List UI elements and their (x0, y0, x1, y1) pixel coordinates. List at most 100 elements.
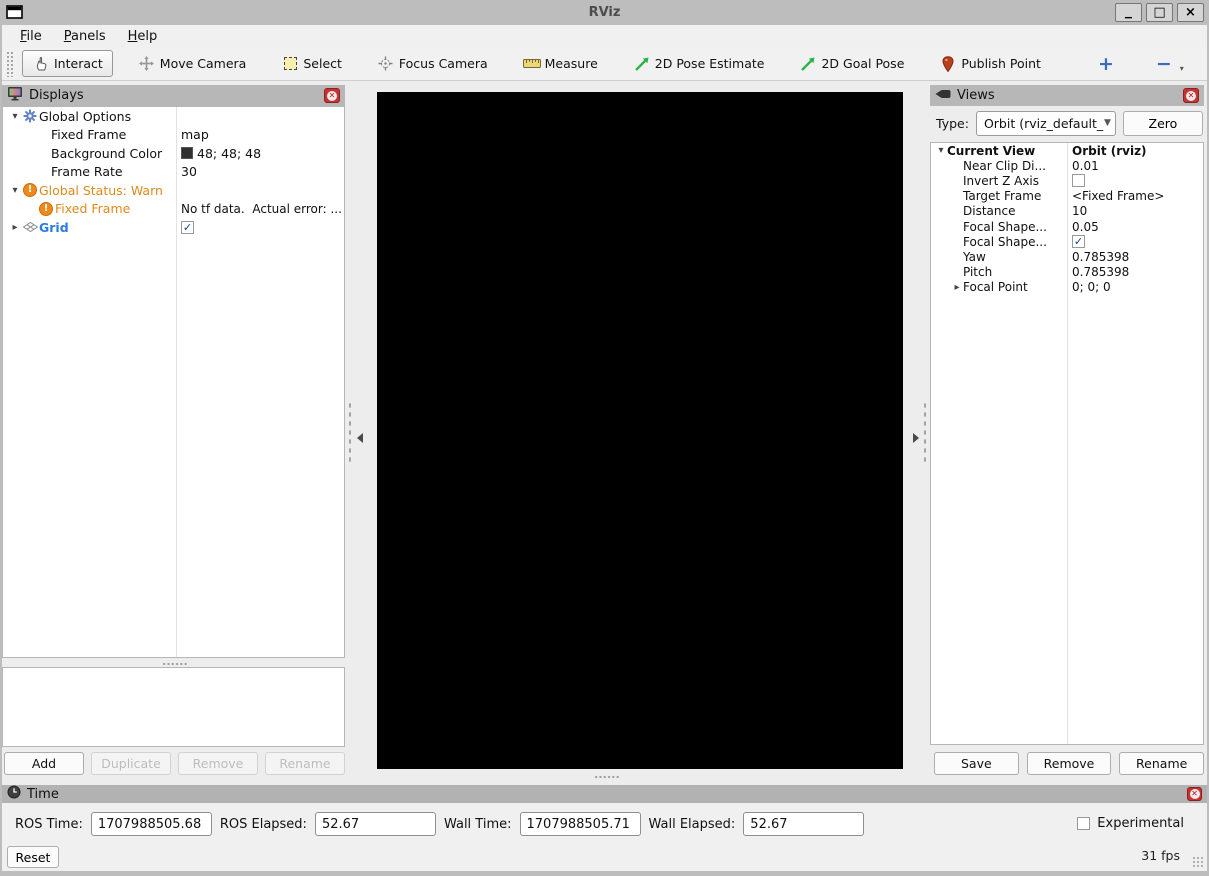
tree-row-fixed-frame[interactable]: Fixed Frame map (3, 126, 344, 145)
left-panel-splitter[interactable] (346, 391, 362, 471)
wall-elapsed-input[interactable] (743, 812, 864, 836)
add-tool-button[interactable]: + (1088, 54, 1124, 74)
focal-shape-fixed-checkbox[interactable] (1072, 235, 1085, 248)
displays-panel-title: Displays (29, 88, 84, 103)
tree-row-frame-rate[interactable]: Frame Rate 30 (3, 163, 344, 182)
expander-closed-icon[interactable]: ▸ (951, 282, 963, 293)
tree-row-background-color[interactable]: Background Color 48; 48; 48 (3, 144, 344, 163)
time-panel-title: Time (27, 787, 59, 802)
color-swatch[interactable] (181, 147, 193, 159)
video-camera-icon (935, 88, 951, 104)
tree-row-grid[interactable]: ▸ Grid (3, 218, 344, 237)
warning-icon: ! (21, 183, 39, 197)
tree-row-fixed-frame-warning[interactable]: ! Fixed Frame No tf data. Actual error: … (3, 200, 344, 219)
time-panel: Time ✕ ROS Time: ROS Elapsed: Wall Time:… (2, 785, 1207, 871)
chevron-down-icon: ▼ (1104, 118, 1111, 128)
warning-icon: ! (37, 202, 55, 216)
displays-splitter-handle[interactable] (162, 662, 188, 666)
select-box-icon (281, 57, 299, 70)
close-window-button[interactable]: × (1177, 3, 1204, 22)
chevron-down-icon: ▾ (1180, 59, 1184, 79)
time-close-button[interactable]: ✕ (1187, 787, 1202, 801)
zero-button[interactable]: Zero (1123, 111, 1203, 136)
menu-panels[interactable]: Panels (56, 27, 114, 46)
ros-time-input[interactable] (91, 812, 212, 836)
target-frame-value[interactable]: <Fixed Frame> (1072, 189, 1164, 203)
displays-tree: ▾ Global Options Fixed Frame map Backgro… (2, 106, 345, 658)
displays-close-button[interactable]: ✕ (324, 88, 340, 103)
views-panel-header[interactable]: Views ✕ (930, 85, 1204, 106)
views-panel: Views ✕ Type: Orbit (rviz_default_p ▼ Ze… (930, 85, 1204, 775)
menu-file[interactable]: File (12, 27, 50, 46)
pitch-value[interactable]: 0.785398 (1072, 265, 1129, 279)
bottom-splitter-handle[interactable] (594, 775, 620, 779)
green-arrow-icon (633, 56, 651, 72)
grid-enabled-checkbox[interactable] (181, 221, 194, 234)
time-panel-header[interactable]: Time ✕ (2, 785, 1207, 803)
right-panel-splitter[interactable] (908, 391, 924, 471)
minimize-button[interactable]: ▁ (1115, 3, 1142, 22)
resize-grip[interactable] (1192, 856, 1204, 868)
titlebar[interactable]: RViz ▁ □ × (0, 0, 1209, 25)
collapse-right-arrow-icon[interactable] (913, 433, 919, 443)
invert-z-checkbox[interactable] (1072, 174, 1085, 187)
tree-row-global-status[interactable]: ▾ ! Global Status: Warn (3, 181, 344, 200)
expander-open-icon[interactable]: ▾ (9, 185, 21, 196)
fixed-frame-value[interactable]: map (181, 127, 209, 142)
tool-interact[interactable]: Interact (22, 50, 113, 77)
displays-panel: Displays ✕ ▾ Global Options Fixed Frame … (2, 85, 345, 775)
view-type-dropdown[interactable]: Orbit (rviz_default_p ▼ (976, 111, 1116, 136)
wall-time-input[interactable] (520, 812, 641, 836)
focal-shape-size-value[interactable]: 0.05 (1072, 220, 1099, 234)
maximize-button[interactable]: □ (1146, 3, 1173, 22)
near-clip-value[interactable]: 0.01 (1072, 159, 1099, 173)
views-tree: ▾Current View Orbit (rviz) Near Clip Di.… (930, 142, 1204, 745)
tool-2d-pose-estimate[interactable]: 2D Pose Estimate (623, 50, 775, 78)
remove-display-button[interactable]: Remove (178, 752, 258, 775)
window-title: RViz (0, 5, 1209, 20)
duplicate-button[interactable]: Duplicate (91, 752, 171, 775)
tool-publish-point[interactable]: Publish Point (929, 50, 1051, 78)
tool-move-camera[interactable]: Move Camera (128, 50, 257, 77)
remove-view-button[interactable]: Remove (1027, 752, 1112, 775)
distance-value[interactable]: 10 (1072, 204, 1087, 218)
map-pin-icon (939, 56, 957, 72)
render-viewport[interactable] (377, 92, 903, 769)
grid-icon (21, 222, 39, 232)
rename-view-button[interactable]: Rename (1119, 752, 1204, 775)
yaw-value[interactable]: 0.785398 (1072, 250, 1129, 264)
app-window-icon (6, 5, 23, 22)
collapse-left-arrow-icon[interactable] (357, 433, 363, 443)
menubar: File Panels Help (2, 25, 1207, 47)
toolbar: Interact Move Camera Select Focus Camera… (2, 47, 1207, 81)
ros-time-label: ROS Time: (15, 817, 83, 832)
close-icon: ✕ (1190, 789, 1200, 799)
tool-2d-goal-pose[interactable]: 2D Goal Pose (789, 50, 914, 78)
expander-open-icon[interactable]: ▾ (9, 111, 21, 122)
tool-select[interactable]: Select (271, 50, 352, 77)
displays-help-box (2, 667, 345, 747)
toolbar-drag-handle[interactable] (6, 51, 14, 77)
wall-elapsed-label: Wall Elapsed: (649, 817, 736, 832)
save-view-button[interactable]: Save (934, 752, 1019, 775)
monitor-icon (7, 86, 23, 105)
views-close-button[interactable]: ✕ (1183, 88, 1199, 103)
frame-rate-value[interactable]: 30 (181, 164, 197, 179)
add-button[interactable]: Add (4, 752, 84, 775)
tool-focus-camera[interactable]: Focus Camera (367, 50, 498, 77)
rename-display-button[interactable]: Rename (265, 752, 345, 775)
experimental-checkbox[interactable] (1077, 817, 1090, 830)
focus-crosshair-icon (377, 56, 395, 71)
expander-open-icon[interactable]: ▾ (935, 145, 947, 156)
hand-icon (32, 56, 50, 71)
ros-elapsed-input[interactable] (315, 812, 436, 836)
remove-tool-button[interactable]: −▾ (1146, 54, 1182, 74)
displays-panel-header[interactable]: Displays ✕ (2, 85, 345, 106)
focal-point-value[interactable]: 0; 0; 0 (1072, 280, 1111, 294)
menu-help[interactable]: Help (120, 27, 166, 46)
tool-measure[interactable]: Measure (513, 50, 608, 77)
tree-row-global-options[interactable]: ▾ Global Options (3, 107, 344, 126)
background-color-value[interactable]: 48; 48; 48 (197, 146, 261, 161)
expander-closed-icon[interactable]: ▸ (9, 222, 21, 233)
reset-button[interactable]: Reset (7, 846, 59, 868)
